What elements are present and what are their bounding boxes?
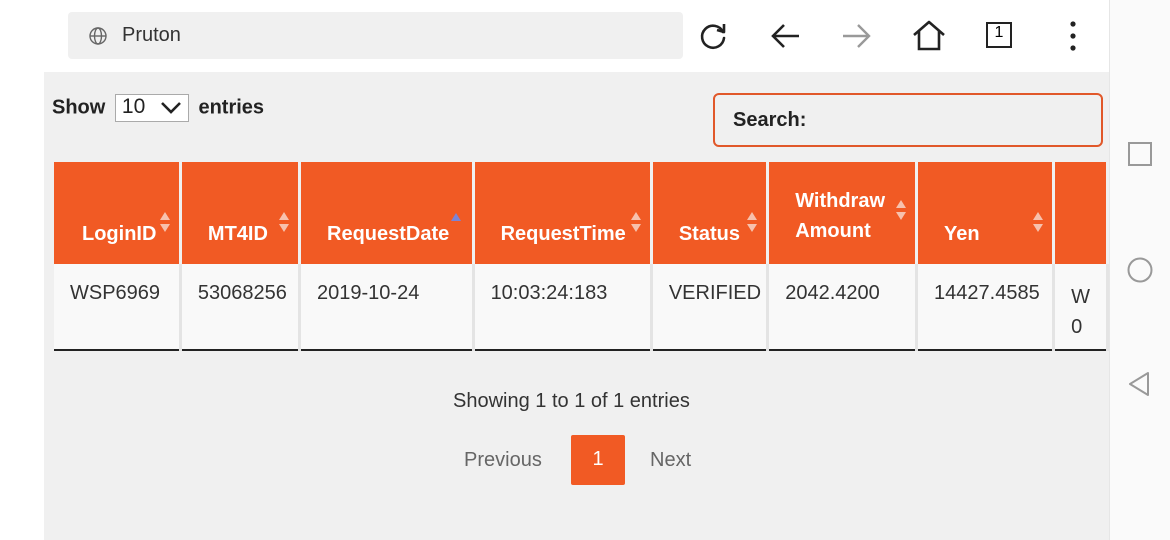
sort-icon — [159, 212, 170, 232]
cell-requestdate: 2019-10-24 — [299, 264, 475, 351]
url-text: Pruton — [122, 24, 181, 46]
sort-icon — [747, 212, 758, 232]
cell-truncated: W 0 — [1053, 264, 1109, 351]
page-size-value: 10 — [121, 95, 146, 118]
table-header-row: LoginID MT4ID RequestDate RequestTime St… — [54, 162, 1109, 264]
sort-icon — [1033, 212, 1044, 232]
back-triangle-icon[interactable] — [1126, 370, 1154, 398]
data-table: LoginID MT4ID RequestDate RequestTime St… — [54, 162, 1109, 351]
back-arrow-icon[interactable] — [767, 18, 803, 54]
previous-button[interactable]: Previous — [464, 449, 542, 472]
page-content: Show 10 entries Search: LoginID MT4ID Re… — [44, 72, 1109, 540]
page-size-select[interactable]: 10 — [114, 94, 189, 122]
entries-label: entries — [198, 96, 265, 119]
column-header-truncated[interactable] — [1053, 162, 1109, 264]
tab-count: 1 — [994, 24, 1004, 41]
column-header-requesttime[interactable]: RequestTime — [473, 162, 653, 264]
globe-icon — [89, 27, 107, 45]
chevron-down-icon — [160, 102, 181, 114]
sort-icon — [279, 212, 290, 232]
column-header-yen[interactable]: Yen — [916, 162, 1056, 264]
column-header-withdraw-amount[interactable]: Withdraw Amount — [767, 162, 919, 264]
next-button[interactable]: Next — [650, 449, 691, 472]
url-bar[interactable]: Pruton — [68, 12, 683, 59]
cell-status: VERIFIED — [651, 264, 770, 351]
cell-mt4id: 53068256 — [180, 264, 302, 351]
cell-requesttime: 10:03:24:183 — [473, 264, 653, 351]
column-header-requestdate[interactable]: RequestDate — [299, 162, 475, 264]
column-header-mt4id[interactable]: MT4ID — [180, 162, 302, 264]
cell-withdraw-amount: 2042.4200 — [767, 264, 919, 351]
page-margin — [0, 72, 44, 540]
column-header-loginid[interactable]: LoginID — [54, 162, 182, 264]
browser-toolbar: Pruton 1 — [0, 0, 1110, 72]
search-label: Search: — [733, 109, 807, 131]
recents-square-icon[interactable] — [1126, 140, 1154, 168]
page-1-button[interactable]: 1 — [571, 435, 625, 485]
reload-icon[interactable] — [695, 18, 731, 54]
home-icon[interactable] — [911, 18, 947, 54]
home-circle-icon[interactable] — [1126, 256, 1154, 284]
cell-yen: 14427.4585 — [916, 264, 1056, 351]
forward-arrow-icon[interactable] — [839, 18, 875, 54]
cell-loginid: WSP6969 — [54, 264, 182, 351]
sort-icon — [630, 212, 641, 232]
sort-ascending-icon — [450, 213, 461, 221]
search-input[interactable]: Search: — [713, 93, 1103, 147]
show-label: Show — [52, 96, 106, 119]
table-info: Showing 1 to 1 of 1 entries — [453, 390, 690, 412]
column-header-status[interactable]: Status — [651, 162, 770, 264]
sort-icon — [896, 200, 907, 220]
table-row: WSP6969 53068256 2019-10-24 10:03:24:183… — [54, 264, 1109, 351]
more-menu-icon[interactable] — [1055, 18, 1091, 54]
page-size-control: Show 10 entries — [52, 94, 264, 122]
tabs-button[interactable]: 1 — [984, 20, 1014, 50]
